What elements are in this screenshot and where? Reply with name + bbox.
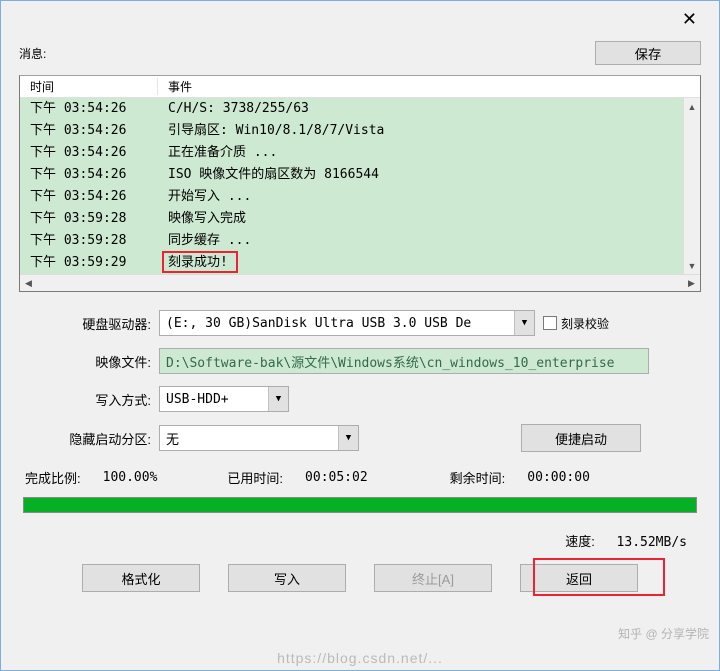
scroll-up-icon[interactable]: ▲ — [684, 98, 700, 115]
message-label: 消息: — [19, 45, 46, 62]
log-row[interactable]: 下午 03:54:26ISO 映像文件的扇区数为 8166544 — [20, 164, 683, 186]
progress-stats: 完成比例: 100.00% 已用时间: 00:05:02 剩余时间: 00:00… — [1, 464, 719, 487]
log-time: 下午 03:54:26 — [20, 164, 158, 186]
log-event: 映像写入完成 — [158, 208, 683, 230]
write-method-combobox[interactable]: USB-HDD+ ▼ — [159, 386, 289, 412]
log-time: 下午 03:54:26 — [20, 142, 158, 164]
log-event: ISO 映像文件的扇区数为 8166544 — [158, 164, 683, 186]
log-event: 引导扇区: Win10/8.1/8/7/Vista — [158, 120, 683, 142]
ratio-value: 100.00% — [103, 470, 158, 485]
hidden-partition-combobox[interactable]: 无 ▼ — [159, 425, 359, 451]
log-event: 同步缓存 ... — [158, 230, 683, 252]
close-icon[interactable]: ✕ — [674, 5, 705, 34]
horizontal-scrollbar[interactable]: ◀ ▶ — [20, 274, 700, 291]
log-header: 时间 事件 — [20, 76, 700, 98]
verify-checkbox[interactable]: 刻录校验 — [543, 315, 609, 332]
watermark-right: 知乎 @ 分享学院 — [618, 625, 709, 642]
log-time: 下午 03:59:28 — [20, 208, 158, 230]
log-row[interactable]: 下午 03:54:26正在准备介质 ... — [20, 142, 683, 164]
log-time: 下午 03:54:26 — [20, 120, 158, 142]
titlebar: ✕ — [1, 1, 719, 37]
speed-value: 13.52MB/s — [617, 535, 687, 550]
log-row[interactable]: 下午 03:59:28同步缓存 ... — [20, 230, 683, 252]
remain-label: 剩余时间: — [450, 468, 506, 487]
log-time: 下午 03:54:26 — [20, 98, 158, 120]
hidden-partition-value: 无 — [166, 429, 179, 448]
write-method-value: USB-HDD+ — [166, 392, 229, 407]
chevron-down-icon[interactable]: ▼ — [338, 426, 358, 450]
log-event: C/H/S: 3738/255/63 — [158, 98, 683, 120]
verify-label: 刻录校验 — [561, 315, 609, 332]
log-event: 正在准备介质 ... — [158, 142, 683, 164]
log-row[interactable]: 下午 03:54:26开始写入 ... — [20, 186, 683, 208]
checkbox-box-icon[interactable] — [543, 316, 557, 330]
drive-combobox[interactable]: (E:, 30 GB)SanDisk Ultra USB 3.0 USB De … — [159, 310, 535, 336]
log-time: 下午 03:54:26 — [20, 186, 158, 208]
abort-button: 终止[A] — [374, 564, 492, 592]
log-header-event[interactable]: 事件 — [158, 78, 700, 95]
elapsed-value: 00:05:02 — [305, 470, 368, 485]
scroll-right-icon[interactable]: ▶ — [683, 278, 700, 289]
write-method-label: 写入方式: — [19, 390, 159, 409]
log-time: 下午 03:59:28 — [20, 230, 158, 252]
log-row[interactable]: 下午 03:59:29刻录成功! — [20, 252, 683, 274]
progress-bar — [23, 497, 697, 513]
log-event: 开始写入 ... — [158, 186, 683, 208]
save-button[interactable]: 保存 — [595, 41, 701, 65]
convenient-boot-button[interactable]: 便捷启动 — [521, 424, 641, 452]
speed-label: 速度: — [565, 534, 595, 549]
log-list: 时间 事件 下午 03:54:26C/H/S: 3738/255/63 下午 0… — [19, 75, 701, 292]
hidden-partition-label: 隐藏启动分区: — [19, 429, 159, 448]
image-label: 映像文件: — [19, 352, 159, 371]
form-area: 硬盘驱动器: (E:, 30 GB)SanDisk Ultra USB 3.0 … — [1, 292, 719, 452]
scroll-left-icon[interactable]: ◀ — [20, 278, 37, 289]
ratio-label: 完成比例: — [25, 468, 81, 487]
log-row[interactable]: 下午 03:54:26C/H/S: 3738/255/63 — [20, 98, 683, 120]
log-header-time[interactable]: 时间 — [20, 78, 158, 95]
dialog-window: ✕ 消息: 保存 时间 事件 下午 03:54:26C/H/S: 3738/25… — [0, 0, 720, 671]
drive-value: (E:, 30 GB)SanDisk Ultra USB 3.0 USB De — [166, 316, 471, 331]
log-time: 下午 03:59:29 — [20, 252, 158, 274]
log-row[interactable]: 下午 03:54:26引导扇区: Win10/8.1/8/7/Vista — [20, 120, 683, 142]
scroll-down-icon[interactable]: ▼ — [684, 257, 700, 274]
image-path-value: D:\Software-bak\源文件\Windows系统\cn_windows… — [166, 352, 615, 371]
top-bar: 消息: 保存 — [1, 37, 719, 71]
back-button[interactable]: 返回 — [520, 564, 638, 592]
vertical-scrollbar[interactable]: ▲ ▼ — [683, 98, 700, 274]
write-button[interactable]: 写入 — [228, 564, 346, 592]
log-row[interactable]: 下午 03:59:28映像写入完成 — [20, 208, 683, 230]
image-path-field[interactable]: D:\Software-bak\源文件\Windows系统\cn_windows… — [159, 348, 649, 374]
bottom-button-bar: 格式化 写入 终止[A] 返回 — [1, 550, 719, 592]
format-button[interactable]: 格式化 — [82, 564, 200, 592]
elapsed-label: 已用时间: — [227, 468, 283, 487]
log-body: 下午 03:54:26C/H/S: 3738/255/63 下午 03:54:2… — [20, 98, 700, 274]
chevron-down-icon[interactable]: ▼ — [514, 311, 534, 335]
log-event: 刻录成功! — [158, 252, 683, 274]
drive-label: 硬盘驱动器: — [19, 314, 159, 333]
speed-row: 速度: 13.52MB/s — [1, 513, 719, 550]
watermark-url: https://blog.csdn.net/... — [1, 650, 719, 666]
chevron-down-icon[interactable]: ▼ — [268, 387, 288, 411]
remain-value: 00:00:00 — [527, 470, 590, 485]
progress-fill — [24, 498, 696, 512]
